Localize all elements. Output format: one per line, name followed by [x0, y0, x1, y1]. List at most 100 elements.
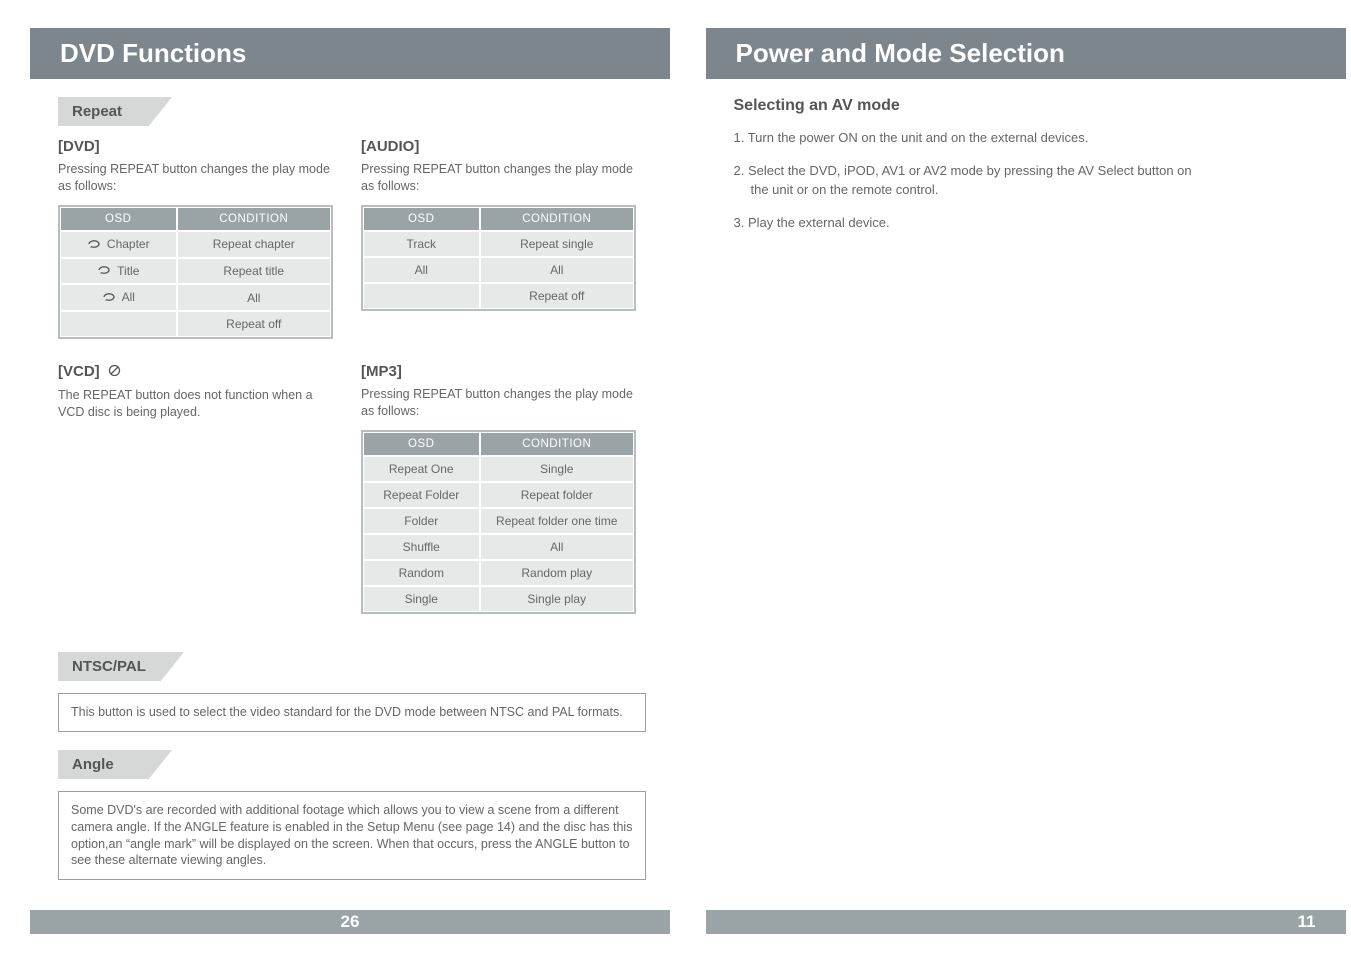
mp3-osd-4: Random — [363, 560, 480, 586]
audio-osd-0: Track — [363, 231, 480, 257]
list-item: 3. Play the external device. — [734, 214, 1351, 233]
dvd-desc: Pressing REPEAT button changes the play … — [58, 161, 333, 195]
table-row: Title Repeat title — [60, 258, 331, 285]
mp3-osd-2: Folder — [363, 508, 480, 534]
audio-col: [AUDIO] Pressing REPEAT button changes t… — [361, 138, 636, 339]
prohibited-icon — [108, 364, 121, 381]
mp3-osd-5: Single — [363, 586, 480, 612]
ntsc-text: This button is used to select the video … — [71, 705, 623, 719]
repeat-loop-icon — [102, 291, 116, 305]
dvd-th-osd: OSD — [60, 207, 177, 231]
mp3-table: OSD CONDITION Repeat OneSingle Repeat Fo… — [361, 430, 636, 614]
mp3-th-osd: OSD — [363, 432, 480, 456]
table-row: Track Repeat single — [363, 231, 634, 257]
table-row: Repeat FolderRepeat folder — [363, 482, 634, 508]
ntsc-tab-label: NTSC/PAL — [72, 658, 146, 675]
dvd-osd-3 — [60, 311, 177, 337]
repeat-tab: Repeat — [58, 97, 148, 126]
table-header-row: OSD CONDITION — [60, 207, 331, 231]
mp3-cond-1: Repeat folder — [480, 482, 634, 508]
mp3-osd-3: Shuffle — [363, 534, 480, 560]
repeat-tab-label: Repeat — [72, 103, 122, 120]
mp3-desc: Pressing REPEAT button changes the play … — [361, 386, 636, 420]
right-title-banner: Power and Mode Selection — [706, 28, 1346, 79]
audio-table: OSD CONDITION Track Repeat single All Al… — [361, 205, 636, 311]
step-3-text: 3. Play the external device. — [734, 215, 890, 230]
page-left: DVD Functions Repeat [DVD] Pressing REPE… — [0, 0, 676, 954]
dvd-col: [DVD] Pressing REPEAT button changes the… — [58, 138, 333, 339]
mp3-cond-5: Single play — [480, 586, 634, 612]
table-row: Repeat off — [60, 311, 331, 337]
vcd-desc: The REPEAT button does not function when… — [58, 387, 333, 421]
table-row: ShuffleAll — [363, 534, 634, 560]
repeat-loop-icon — [97, 264, 111, 278]
right-steps-list: 1. Turn the power ON on the unit and on … — [734, 129, 1351, 232]
mp3-osd-1: Repeat Folder — [363, 482, 480, 508]
angle-tab: Angle — [58, 750, 148, 779]
dvd-osd-1: Title — [60, 258, 177, 285]
angle-text: Some DVD's are recorded with additional … — [71, 803, 632, 868]
audio-osd-1: All — [363, 257, 480, 283]
ntsc-tab-wrap: NTSC/PAL — [58, 652, 676, 681]
left-page-number: 26 — [341, 912, 360, 932]
mp3-cond-0: Single — [480, 456, 634, 482]
list-item: 2. Select the DVD, iPOD, AV1 or AV2 mode… — [734, 162, 1351, 200]
right-footer-bar: 11 — [706, 910, 1346, 934]
repeat-row-2: [VCD] The REPEAT button does not functio… — [58, 363, 676, 614]
table-row: Chapter Repeat chapter — [60, 231, 331, 258]
mp3-heading: [MP3] — [361, 363, 636, 380]
dvd-cond-0: Repeat chapter — [177, 231, 331, 258]
audio-osd-2 — [363, 283, 480, 309]
angle-tab-label: Angle — [72, 756, 114, 773]
audio-cond-1: All — [480, 257, 634, 283]
dvd-cond-2: All — [177, 284, 331, 311]
step-2-line-2: the unit or on the remote control. — [734, 181, 1351, 200]
table-row: Repeat off — [363, 283, 634, 309]
audio-cond-0: Repeat single — [480, 231, 634, 257]
table-row: SingleSingle play — [363, 586, 634, 612]
audio-th-osd: OSD — [363, 207, 480, 231]
dvd-th-cond: CONDITION — [177, 207, 331, 231]
right-title-text: Power and Mode Selection — [736, 38, 1065, 68]
table-row: All All — [363, 257, 634, 283]
repeat-tab-wrap: Repeat — [58, 97, 676, 126]
table-header-row: OSD CONDITION — [363, 432, 634, 456]
right-page-number: 11 — [1298, 912, 1316, 932]
mp3-cond-4: Random play — [480, 560, 634, 586]
vcd-col: [VCD] The REPEAT button does not functio… — [58, 363, 333, 614]
table-header-row: OSD CONDITION — [363, 207, 634, 231]
step-2-line-1: 2. Select the DVD, iPOD, AV1 or AV2 mode… — [734, 163, 1192, 178]
left-title-text: DVD Functions — [60, 38, 246, 68]
ntsc-box: This button is used to select the video … — [58, 693, 646, 732]
repeat-row-1: [DVD] Pressing REPEAT button changes the… — [58, 138, 676, 339]
table-row: Repeat OneSingle — [363, 456, 634, 482]
left-title-banner: DVD Functions — [30, 28, 670, 79]
step-1-text: 1. Turn the power ON on the unit and on … — [734, 130, 1089, 145]
list-item: 1. Turn the power ON on the unit and on … — [734, 129, 1351, 148]
mp3-osd-0: Repeat One — [363, 456, 480, 482]
ntsc-tab: NTSC/PAL — [58, 652, 160, 681]
mp3-cond-3: All — [480, 534, 634, 560]
dvd-cond-1: Repeat title — [177, 258, 331, 285]
mp3-th-cond: CONDITION — [480, 432, 634, 456]
right-section-heading: Selecting an AV mode — [734, 97, 1351, 115]
angle-tab-wrap: Angle — [58, 750, 676, 779]
table-row: FolderRepeat folder one time — [363, 508, 634, 534]
dvd-cond-3: Repeat off — [177, 311, 331, 337]
repeat-loop-icon — [87, 238, 101, 252]
page-right: Power and Mode Selection Selecting an AV… — [676, 0, 1351, 954]
audio-cond-2: Repeat off — [480, 283, 634, 309]
audio-desc: Pressing REPEAT button changes the play … — [361, 161, 636, 195]
angle-box: Some DVD's are recorded with additional … — [58, 791, 646, 881]
table-row: All All — [60, 284, 331, 311]
dvd-heading: [DVD] — [58, 138, 333, 155]
vcd-heading: [VCD] — [58, 363, 333, 381]
audio-th-cond: CONDITION — [480, 207, 634, 231]
mp3-cond-2: Repeat folder one time — [480, 508, 634, 534]
dvd-osd-0: Chapter — [60, 231, 177, 258]
mp3-col: [MP3] Pressing REPEAT button changes the… — [361, 363, 636, 614]
table-row: RandomRandom play — [363, 560, 634, 586]
dvd-table: OSD CONDITION Chapter Repeat chapter — [58, 205, 333, 339]
audio-heading: [AUDIO] — [361, 138, 636, 155]
left-footer-bar: 26 — [30, 910, 670, 934]
